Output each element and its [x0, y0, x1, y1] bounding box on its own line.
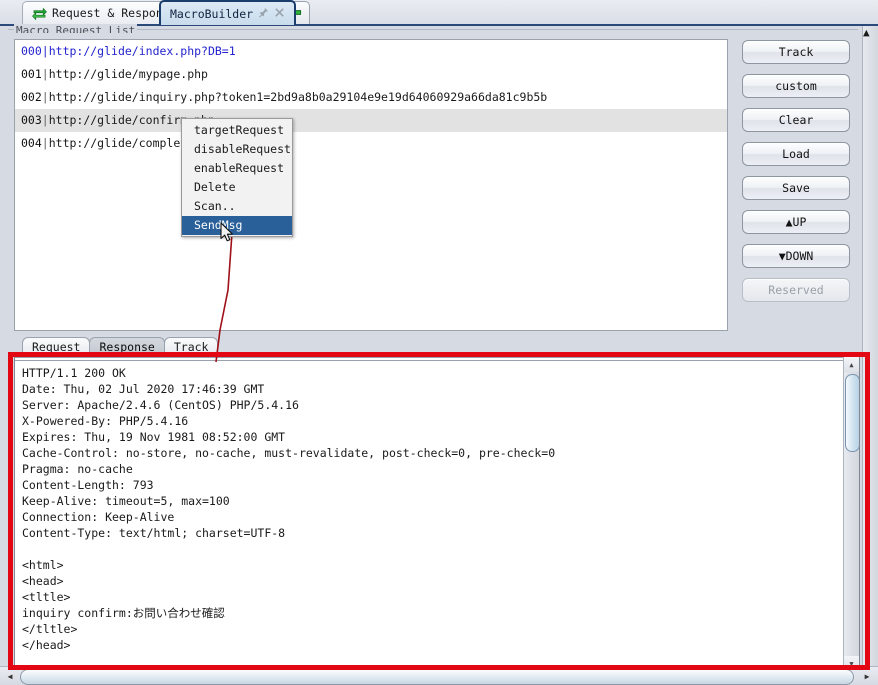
response-text: HTTP/1.1 200 OK Date: Thu, 02 Jul 2020 17…	[15, 357, 843, 671]
tab-request[interactable]: Request	[22, 337, 91, 356]
request-row-index: 001	[21, 67, 42, 81]
hscroll-right-arrow[interactable]: ▶	[860, 669, 874, 683]
response-line: </tltle>	[22, 622, 78, 636]
response-line: HTTP/1.1 200 OK	[22, 366, 126, 380]
request-row-url: http://glide/index.php?DB=1	[48, 44, 236, 58]
load-button[interactable]: Load	[742, 142, 850, 166]
macro-request-list[interactable]: 000|http://glide/index.php?DB=1 001|http:…	[14, 39, 728, 331]
response-line: Server: Apache/2.4.6 (CentOS) PHP/5.4.16	[22, 398, 299, 412]
track-button[interactable]: Track	[742, 40, 850, 64]
macrobuilder-window: Request & Response MacroBuilder Macro Re…	[0, 0, 878, 685]
response-line: Date: Thu, 02 Jul 2020 17:46:39 GMT	[22, 382, 265, 396]
response-scrollbar[interactable]: ▲ ▼	[843, 357, 859, 671]
context-menu-item[interactable]: enableRequest	[182, 159, 292, 178]
detail-tabs: Request Response Track	[22, 336, 219, 356]
context-menu-item[interactable]: SendMsg	[182, 216, 292, 235]
context-menu-item[interactable]: disableRequest	[182, 140, 292, 159]
up-button[interactable]: ▲UP	[742, 210, 850, 234]
response-line: Cache-Control: no-store, no-cache, must-…	[22, 446, 556, 460]
response-line	[22, 541, 843, 557]
request-list-row[interactable]: 003|http://glide/confirm.php	[15, 109, 727, 132]
response-line: <head>	[22, 574, 64, 588]
tab-response[interactable]: Response	[89, 337, 165, 356]
tab-track[interactable]: Track	[163, 337, 219, 356]
request-list-row[interactable]: 004|http://glide/complete.php	[15, 132, 727, 155]
response-line: Content-Length: 793	[22, 478, 154, 492]
request-row-separator: |	[41, 136, 49, 150]
window-scroll-thumb[interactable]	[863, 39, 878, 73]
request-row-index: 003	[21, 113, 42, 127]
request-row-separator: |	[41, 113, 49, 127]
tab-macrobuilder-label: MacroBuilder	[170, 6, 254, 21]
response-line: <tltle>	[22, 590, 71, 604]
window-scroll-up-arrow[interactable]: ▲	[863, 26, 878, 39]
custom-button[interactable]: custom	[742, 74, 850, 98]
reserved-button: Reserved	[742, 278, 850, 302]
window-vertical-scrollbar[interactable]: ▲	[862, 26, 878, 667]
context-menu-item[interactable]: Delete	[182, 178, 292, 197]
context-menu-item[interactable]: targetRequest	[182, 121, 292, 140]
exchange-icon	[32, 7, 47, 20]
tab-macrobuilder[interactable]: MacroBuilder	[159, 0, 297, 25]
request-row-separator: |	[41, 44, 49, 58]
request-row-url: http://glide/mypage.php	[48, 67, 208, 81]
response-line: Content-Type: text/html; charset=UTF-8	[22, 526, 286, 540]
pin-icon[interactable]	[258, 7, 269, 21]
action-button-column: Track custom Clear Load Save ▲UP ▼DOWN Reserved	[742, 40, 850, 312]
response-viewer[interactable]: HTTP/1.1 200 OK Date: Thu, 02 Jul 2020 17…	[14, 356, 860, 672]
request-row-index: 000	[21, 44, 42, 58]
request-row-index: 004	[21, 136, 42, 150]
close-icon[interactable]	[274, 7, 285, 21]
response-scroll-up-arrow[interactable]: ▲	[844, 357, 859, 372]
tab-strip: Request & Response MacroBuilder	[0, 0, 878, 26]
tab-request-response-label: Request & Response	[52, 6, 177, 20]
hscroll-left-arrow[interactable]: ◀	[3, 669, 17, 683]
context-menu-item[interactable]: Scan..	[182, 197, 292, 216]
response-scroll-thumb[interactable]	[845, 374, 859, 452]
response-line: X-Powered-By: PHP/5.4.16	[22, 414, 189, 428]
response-line: Expires: Thu, 19 Nov 1981 08:52:00 GMT	[22, 430, 286, 444]
request-row-index: 002	[21, 90, 42, 104]
response-line: inquiry confirm:お問い合わせ確認	[22, 606, 225, 620]
window-horizontal-scrollbar[interactable]: ◀ ▶	[0, 666, 878, 685]
clear-button[interactable]: Clear	[742, 108, 850, 132]
response-line: Pragma: no-cache	[22, 462, 133, 476]
request-list-row[interactable]: 001|http://glide/mypage.php	[15, 63, 727, 86]
response-line: Keep-Alive: timeout=5, max=100	[22, 494, 230, 508]
macro-request-list-label: Macro Request List	[14, 24, 138, 33]
response-line: <html>	[22, 558, 64, 572]
request-context-menu[interactable]: targetRequest disableRequest enableRequest…	[181, 118, 293, 237]
request-list-row[interactable]: 000|http://glide/index.php?DB=1	[15, 40, 727, 63]
request-row-separator: |	[41, 67, 49, 81]
down-button[interactable]: ▼DOWN	[742, 244, 850, 268]
request-row-separator: |	[41, 90, 49, 104]
response-line: </head>	[22, 638, 71, 652]
hscroll-thumb[interactable]	[20, 669, 854, 685]
macro-panel: Macro Request List 000|http://glide/inde…	[0, 24, 866, 681]
request-list-row[interactable]: 002|http://glide/inquiry.php?token1=2bd9…	[15, 86, 727, 109]
request-row-url: http://glide/inquiry.php?token1=2bd9a8b0…	[48, 90, 548, 104]
save-button[interactable]: Save	[742, 176, 850, 200]
response-line: Connection: Keep-Alive	[22, 510, 175, 524]
